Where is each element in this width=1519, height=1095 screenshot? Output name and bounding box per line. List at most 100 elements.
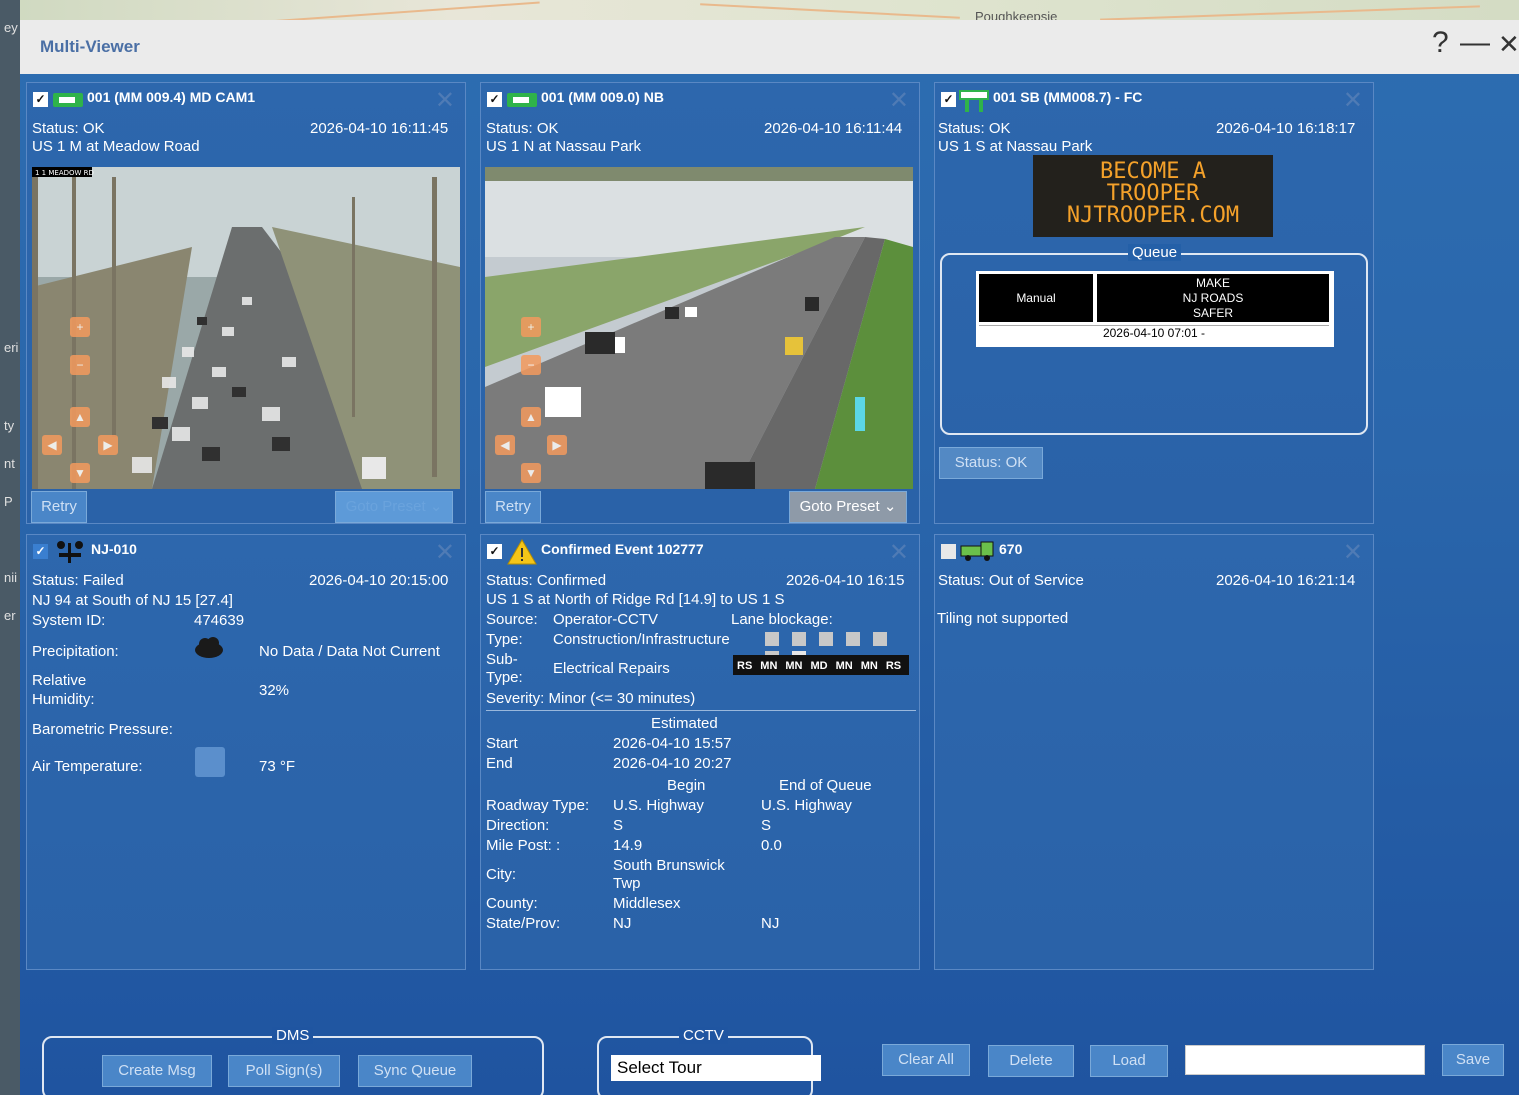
roadway-type-begin: U.S. Highway	[613, 797, 704, 814]
location-text: US 1 S at North of Ridge Rd [14.9] to US…	[486, 591, 785, 608]
retry-button[interactable]: Retry	[31, 491, 87, 523]
status-text: Status: Out of Service	[938, 572, 1084, 589]
clear-all-button[interactable]: Clear All	[882, 1044, 970, 1076]
queue-mode: Manual	[979, 274, 1093, 322]
timestamp: 2026-04-10 16:18:17	[1216, 120, 1356, 137]
mile-post-begin: 14.9	[613, 837, 643, 854]
close-panel-icon[interactable]: ✕	[889, 538, 909, 567]
strip-label: ty	[4, 418, 15, 433]
close-panel-icon[interactable]: ✕	[1343, 538, 1363, 567]
overlay-text: 1 1 MEADOW RD	[35, 169, 94, 177]
goto-preset-dropdown[interactable]: Goto Preset ⌄	[335, 491, 453, 523]
camera-feed-image[interactable]: 1 1 MEADOW RD + − ▲ ◀ ▶ ▼	[32, 167, 460, 489]
strip-label: ey	[4, 20, 18, 35]
minimize-button[interactable]: —	[1460, 26, 1490, 60]
close-button[interactable]: ✕	[1498, 29, 1519, 60]
title-bar[interactable]: Multi-Viewer ? — ✕	[20, 20, 1519, 74]
close-panel-icon[interactable]: ✕	[435, 538, 455, 567]
close-panel-icon[interactable]: ✕	[435, 86, 455, 115]
queue-item[interactable]: Manual MAKE NJ ROADS SAFER 2026-04-10 07…	[976, 271, 1334, 347]
temperature-value: 73 °F	[259, 758, 296, 775]
tilt-down-icon[interactable]: ▼	[70, 463, 90, 483]
start-label: Start	[486, 735, 518, 752]
direction-label: Direction:	[486, 817, 550, 834]
panel-title: 670	[999, 541, 1023, 557]
poll-signs-button[interactable]: Poll Sign(s)	[228, 1055, 340, 1087]
pan-right-icon[interactable]: ▶	[547, 435, 567, 455]
dms-sign-icon	[959, 90, 989, 112]
location-text: US 1 M at Meadow Road	[32, 138, 200, 155]
pan-left-icon[interactable]: ◀	[495, 435, 515, 455]
camera-icon	[53, 93, 83, 107]
location-text: US 1 N at Nassau Park	[486, 138, 642, 155]
divider	[486, 710, 916, 711]
help-button[interactable]: ?	[1432, 26, 1449, 60]
dms-status-button[interactable]: Status: OK	[939, 447, 1043, 479]
tilt-up-icon[interactable]: ▲	[521, 407, 541, 427]
end-value: 2026-04-10 20:27	[613, 755, 732, 772]
mile-post-end: 0.0	[761, 837, 782, 854]
dms-panel: ✓ 001 SB (MM008.7) - FC ✕ Status: OK 202…	[934, 82, 1374, 524]
timestamp: 2026-04-10 16:21:14	[1216, 572, 1356, 589]
delete-button[interactable]: Delete	[988, 1045, 1074, 1077]
panel-title: Confirmed Event 102777	[541, 541, 704, 557]
select-checkbox[interactable]: ✓	[941, 92, 956, 107]
tilt-down-icon[interactable]: ▼	[521, 463, 541, 483]
zoom-out-icon[interactable]: −	[521, 355, 541, 375]
zoom-out-icon[interactable]: −	[70, 355, 90, 375]
camera-feed-image[interactable]: + − ▲ ◀ ▶ ▼	[485, 167, 913, 489]
direction-end: S	[761, 817, 772, 834]
status-text: Status: OK	[938, 120, 1011, 137]
panel-header: ✓ 001 SB (MM008.7) - FC ✕	[935, 83, 1373, 114]
timestamp: 2026-04-10 16:11:44	[764, 120, 903, 137]
location-text: US 1 S at Nassau Park	[938, 138, 1093, 155]
close-panel-icon[interactable]: ✕	[1343, 86, 1363, 115]
mile-post-label: Mile Post: :	[486, 837, 561, 854]
lane-code: MN	[858, 660, 880, 672]
goto-preset-dropdown[interactable]: Goto Preset ⌄	[789, 491, 907, 523]
layout-name-input[interactable]	[1185, 1045, 1425, 1075]
cctv-group-label: CCTV	[679, 1027, 728, 1044]
select-checkbox[interactable]: ✓	[33, 544, 48, 559]
lane-box	[819, 632, 833, 646]
retry-button[interactable]: Retry	[485, 491, 541, 523]
end-label: End	[486, 755, 513, 772]
sync-queue-button[interactable]: Sync Queue	[358, 1055, 472, 1087]
chevron-down-icon: ⌄	[429, 498, 443, 515]
subtype-label-1: Sub-	[486, 651, 518, 668]
roadway-type-end: U.S. Highway	[761, 797, 852, 814]
pan-left-icon[interactable]: ◀	[42, 435, 62, 455]
preset-label: Goto Preset	[799, 498, 880, 515]
event-panel: ✓ Confirmed Event 102777 ✕ Status: Confi…	[480, 534, 920, 970]
strip-label: er	[4, 608, 16, 623]
select-checkbox[interactable]	[941, 544, 956, 559]
lane-box	[765, 632, 779, 646]
location-text: NJ 94 at South of NJ 15 [27.4]	[32, 592, 233, 609]
select-tour-dropdown[interactable]: Select Tour	[611, 1055, 821, 1081]
tiling-note: Tiling not supported	[937, 610, 1069, 627]
save-button[interactable]: Save	[1442, 1044, 1504, 1076]
source-label: Source:	[486, 611, 538, 628]
lane-codes: RS MN MN MD MN MN RS	[733, 655, 910, 675]
select-checkbox[interactable]: ✓	[487, 544, 502, 559]
pan-right-icon[interactable]: ▶	[98, 435, 118, 455]
select-checkbox[interactable]: ✓	[33, 92, 48, 107]
panel-title: NJ-010	[91, 541, 137, 557]
zoom-in-icon[interactable]: +	[70, 317, 90, 337]
temperature-label: Air Temperature:	[32, 758, 143, 775]
load-button[interactable]: Load	[1090, 1045, 1168, 1077]
weather-station-icon	[57, 541, 83, 563]
estimated-heading: Estimated	[651, 715, 718, 732]
window-title: Multi-Viewer	[40, 37, 140, 56]
zoom-in-icon[interactable]: +	[521, 317, 541, 337]
sign-line: BECOME A	[1100, 159, 1206, 184]
strip-label: P	[4, 494, 13, 509]
create-msg-button[interactable]: Create Msg	[102, 1055, 212, 1087]
dms-group: DMS Create Msg Poll Sign(s) Sync Queue	[42, 1027, 544, 1095]
left-strip: ey eri ty nt P nii er	[0, 0, 20, 1095]
queue-time: 2026-04-10 07:01 -	[979, 325, 1329, 341]
city-begin-1: South Brunswick	[613, 857, 725, 874]
select-checkbox[interactable]: ✓	[487, 92, 502, 107]
close-panel-icon[interactable]: ✕	[889, 86, 909, 115]
tilt-up-icon[interactable]: ▲	[70, 407, 90, 427]
